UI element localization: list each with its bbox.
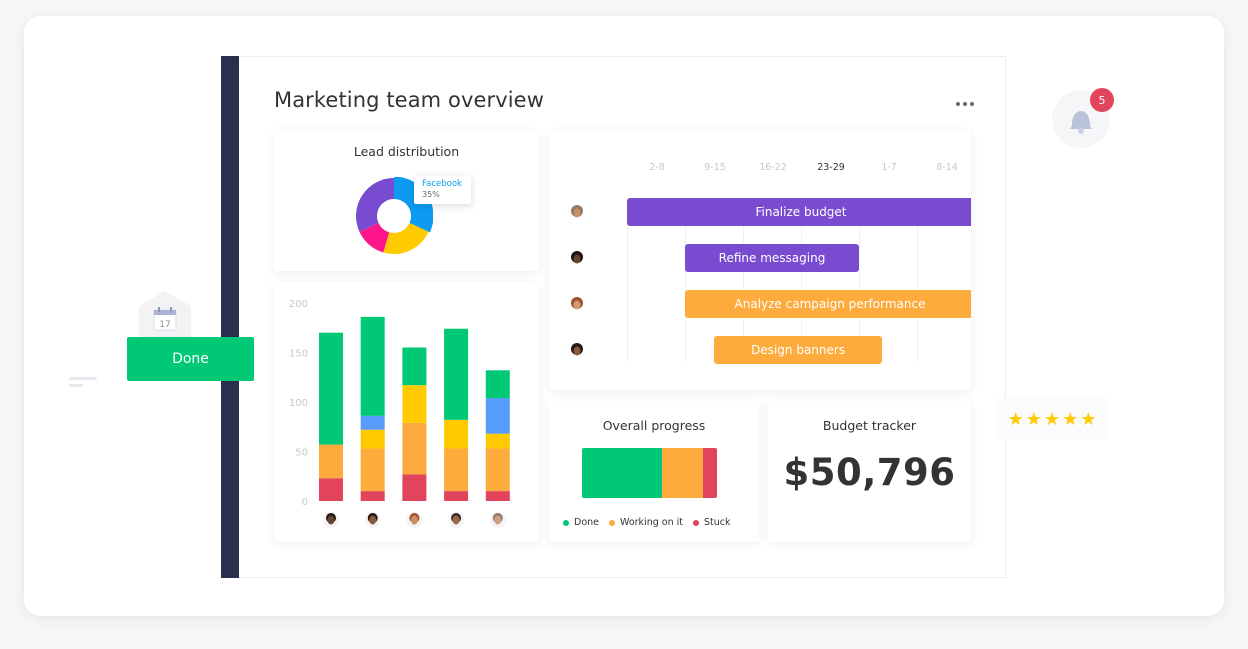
timeline-column-label: 16-22 bbox=[759, 162, 787, 173]
avatar-icon bbox=[571, 205, 583, 218]
legend-item: Working on it bbox=[609, 517, 683, 528]
progress-segment-working-on-it bbox=[661, 448, 704, 498]
task-label: Design banners bbox=[751, 343, 846, 357]
legend-item: Done bbox=[563, 517, 599, 528]
page-title: Marketing team overview bbox=[274, 88, 544, 112]
timeline-column-label: 8-14 bbox=[936, 162, 958, 173]
timeline-task-bar[interactable]: Analyze campaign performance bbox=[685, 290, 971, 318]
bar-segment-done bbox=[444, 328, 469, 420]
ellipsis-dot bbox=[970, 102, 974, 106]
y-tick-label: 50 bbox=[295, 448, 308, 459]
stacked-bar-chart: 0 50 100 150 200 bbox=[289, 299, 510, 528]
ellipsis-dot bbox=[963, 102, 967, 106]
notification-count-badge: 5 bbox=[1090, 88, 1114, 112]
timeline-task-bar[interactable]: Design banners bbox=[714, 336, 883, 364]
overall-progress-widget[interactable]: Overall progress Done Working on it Stuck bbox=[549, 401, 759, 542]
workload-chart-widget[interactable]: 0 50 100 150 200 bbox=[274, 282, 539, 542]
star-icon[interactable]: ★ bbox=[1008, 409, 1024, 430]
budget-value: $50,796 bbox=[783, 451, 956, 494]
progress-segment-stuck bbox=[703, 448, 717, 498]
bar-stack[interactable] bbox=[360, 316, 385, 501]
text-lines-icon bbox=[69, 377, 97, 387]
timeline-column-label: 1-7 bbox=[881, 162, 897, 173]
bar-segment-done bbox=[402, 347, 427, 386]
y-tick-label: 150 bbox=[289, 349, 308, 360]
bar-segment-working-on-it bbox=[444, 448, 469, 492]
bar-segment-done bbox=[319, 332, 343, 445]
lead-distribution-widget[interactable]: Lead distribution Facebook 35% bbox=[274, 130, 539, 271]
bar-segment-yellow bbox=[485, 433, 510, 449]
bar-segment-yellow bbox=[444, 419, 469, 449]
avatar-icon bbox=[364, 512, 381, 528]
bar-segment-working-on-it bbox=[402, 422, 427, 475]
status-done-pill[interactable]: Done bbox=[127, 337, 254, 381]
widget-title: Overall progress bbox=[602, 418, 706, 433]
bar-segment-yellow bbox=[360, 429, 385, 449]
star-icon[interactable]: ★ bbox=[1080, 409, 1096, 430]
avatar-icon bbox=[571, 343, 583, 356]
star-rating[interactable]: ★ ★ ★ ★ ★ bbox=[996, 398, 1108, 440]
widget-title: Budget tracker bbox=[822, 418, 917, 433]
avatar-icon bbox=[489, 512, 506, 528]
board-sidebar bbox=[221, 56, 239, 578]
avatar-icon bbox=[406, 512, 423, 528]
bar-stack[interactable] bbox=[402, 347, 427, 501]
timeline-grid-line bbox=[627, 222, 628, 362]
bar-stack[interactable] bbox=[319, 332, 343, 501]
tooltip-value: 35% bbox=[422, 190, 440, 199]
bar-segment-working-on-it bbox=[319, 444, 343, 479]
timeline-task-bar[interactable]: Finalize budget bbox=[627, 198, 971, 226]
legend-label: Working on it bbox=[620, 517, 683, 528]
bar-stack[interactable] bbox=[444, 328, 469, 501]
task-label: Refine messaging bbox=[718, 251, 826, 265]
avatar-icon bbox=[448, 512, 465, 528]
bar-segment-stuck bbox=[319, 478, 343, 501]
bar-segment-stuck bbox=[360, 491, 385, 501]
timeline-widget[interactable]: 2-8 9-15 16-22 23-29 1-7 8-14 Finalize budget R… bbox=[549, 130, 971, 390]
timeline-column-label: 9-15 bbox=[704, 162, 726, 173]
legend-label: Stuck bbox=[703, 517, 731, 528]
legend-dot bbox=[609, 519, 615, 526]
bar-segment-working-on-it bbox=[485, 448, 510, 492]
y-tick-label: 100 bbox=[289, 398, 308, 409]
more-options-button[interactable] bbox=[956, 98, 976, 110]
bar-segment-stuck bbox=[402, 474, 427, 501]
legend-dot bbox=[692, 519, 699, 526]
widget-title: Lead distribution bbox=[353, 144, 460, 159]
progress-bar bbox=[582, 448, 717, 498]
bar-segment-done bbox=[485, 370, 510, 399]
task-label: Finalize budget bbox=[755, 205, 847, 219]
ellipsis-icon bbox=[956, 102, 960, 106]
tooltip-label: Facebook bbox=[422, 179, 462, 189]
bar-segment-done bbox=[360, 316, 385, 416]
progress-legend: Done Working on it Stuck bbox=[563, 517, 731, 528]
bar-segment-blue bbox=[485, 398, 510, 434]
legend-dot bbox=[563, 519, 569, 526]
timeline-task-bar[interactable]: Refine messaging bbox=[685, 244, 859, 272]
donut-slice-segment-4[interactable] bbox=[356, 178, 394, 232]
bar-segment-yellow bbox=[402, 385, 427, 423]
avatar-icon bbox=[571, 251, 583, 264]
y-tick-label: 200 bbox=[289, 299, 308, 310]
star-icon[interactable]: ★ bbox=[1026, 409, 1042, 430]
legend-item: Stuck bbox=[692, 517, 731, 528]
star-icon[interactable]: ★ bbox=[1044, 409, 1060, 430]
task-label: Analyze campaign performance bbox=[734, 297, 926, 311]
legend-label: Done bbox=[574, 517, 599, 528]
bar-segment-working-on-it bbox=[360, 448, 385, 492]
bar-segment-stuck bbox=[485, 491, 510, 501]
star-icon[interactable]: ★ bbox=[1062, 409, 1078, 430]
timeline-column-label: 2-8 bbox=[649, 162, 665, 173]
avatar-icon bbox=[323, 512, 339, 528]
bar-segment-stuck bbox=[444, 491, 469, 501]
timeline-column-label: 23-29 bbox=[817, 162, 845, 173]
bar-segment-blue bbox=[360, 415, 385, 430]
bar-stack[interactable] bbox=[485, 370, 510, 501]
donut-tooltip: Facebook 35% bbox=[414, 176, 471, 204]
calendar-date: 17 bbox=[159, 320, 170, 330]
y-tick-label: 0 bbox=[302, 497, 308, 508]
budget-tracker-widget[interactable]: Budget tracker $50,796 bbox=[768, 401, 971, 542]
avatar-icon bbox=[571, 297, 583, 310]
progress-segment-done bbox=[582, 448, 662, 498]
